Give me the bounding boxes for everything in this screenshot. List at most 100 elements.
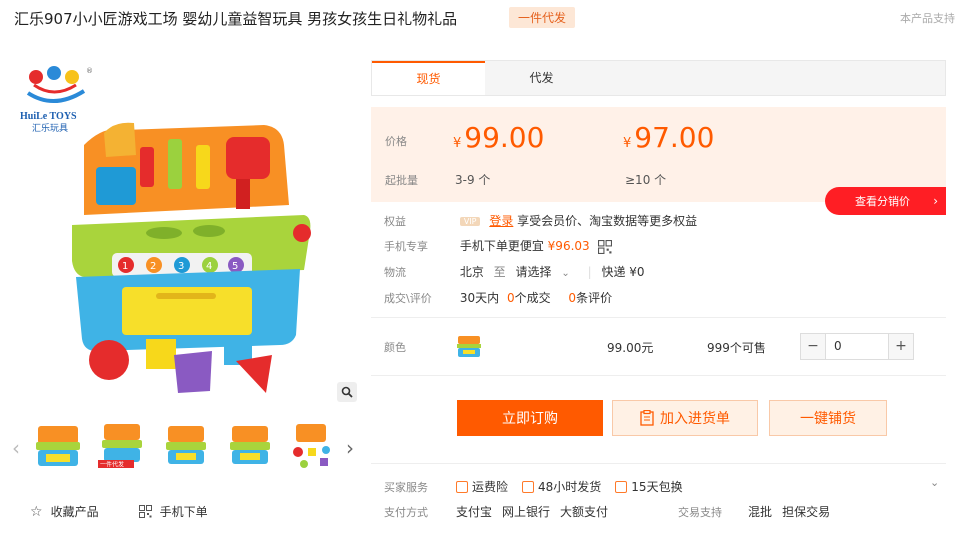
order-now-button[interactable]: 立即订购 (457, 400, 603, 436)
thumbnail[interactable] (158, 418, 214, 474)
deals-label: 成交\评价 (384, 292, 432, 305)
trade-method: 担保交易 (782, 505, 831, 519)
favorite-label: 收藏产品 (50, 505, 99, 519)
deals-prefix: 30天内 (459, 291, 500, 305)
chevron-left-icon[interactable]: ‹ (12, 436, 20, 460)
increment-button[interactable]: + (889, 334, 913, 359)
qty-tier-2: ≥10 个 (625, 173, 667, 187)
thumbnail-strip: ‹ 一件代发 › (10, 418, 360, 478)
buyer-services-label: 买家服务 (384, 480, 428, 494)
rights-row: 权益 VIP 登录 享受会员价、淘宝数据等更多权益 (384, 212, 697, 229)
pay-method: 大额支付 (560, 505, 609, 519)
key-3: 3 (178, 261, 184, 272)
key-4: 4 (206, 261, 212, 272)
deals-count[interactable]: 0 (507, 291, 515, 305)
qr-code-icon[interactable] (597, 239, 612, 254)
price-tier-2: ¥97.00 (623, 121, 714, 154)
divider-bar: | (587, 265, 592, 279)
quantity-input[interactable]: 0 (825, 334, 889, 359)
divider (371, 463, 946, 464)
dropship-badge: 一件代发 (509, 7, 576, 28)
color-label: 颜色 (384, 341, 406, 354)
qty-label: 起批量 (385, 174, 418, 187)
chevron-down-icon[interactable]: ⌄ (930, 476, 939, 489)
sku-stock: 999个可售 (707, 341, 766, 355)
destination-placeholder: 请选择 (515, 265, 552, 279)
svg-text:®: ® (86, 67, 93, 75)
mobile-order-label: 手机下单 (159, 505, 208, 519)
service-label: 15天包换 (631, 480, 683, 494)
star-icon: ☆ (30, 503, 43, 520)
deals-suffix: 个成交 (514, 291, 551, 305)
add-to-cart-button[interactable]: 加入进货单 (612, 400, 758, 436)
key-5: 5 (232, 261, 238, 272)
mobile-row: 手机专享 手机下单更便宜 ¥96.03 (384, 237, 612, 254)
sku-thumbnail[interactable] (456, 333, 482, 359)
divider (371, 317, 946, 318)
rights-label: 权益 (384, 215, 406, 228)
currency-symbol: ¥ (623, 136, 632, 151)
thumbnail[interactable]: 一件代发 (94, 418, 150, 474)
pay-method: 网上银行 (502, 505, 551, 519)
chevron-right-icon: › (933, 194, 938, 208)
product-title: 汇乐907小小匠游戏工场 婴幼儿童益智玩具 男孩女孩生日礼物礼品 (14, 10, 458, 28)
service-freight-insurance[interactable]: 运费险 (456, 478, 508, 495)
from-city: 北京 (459, 265, 484, 279)
favorite-link[interactable]: ☆ 收藏产品 (30, 503, 99, 520)
shipping-insurance-icon (456, 480, 468, 493)
service-15day-exchange[interactable]: 15天包换 (615, 478, 683, 495)
exchange-icon (615, 480, 628, 493)
chevron-down-icon: ⌄ (561, 268, 570, 279)
to-word: 至 (493, 265, 506, 279)
buyer-services-row: 买家服务 运费险 48小时发货 15天包换 (384, 478, 697, 495)
divider (371, 375, 946, 376)
magnifier-icon (341, 386, 353, 398)
decrement-button[interactable]: − (801, 334, 825, 359)
reviews-suffix: 条评价 (576, 291, 613, 305)
payment-row: 支付方式 支付宝 网上银行 大额支付 交易支持 混批 担保交易 (384, 503, 830, 520)
payment-label: 支付方式 (384, 505, 428, 519)
one-click-list-button[interactable]: 一键铺货 (769, 400, 887, 436)
service-48h-ship[interactable]: 48小时发货 (522, 478, 601, 495)
price-value: 97.00 (634, 121, 715, 154)
main-product-image[interactable]: ® HuiLe TOYS 汇乐玩具 1 2 3 4 5 (14, 55, 359, 405)
price-label: 价格 (385, 135, 407, 148)
brand-name-en: HuiLe TOYS (20, 111, 77, 122)
rights-text: 享受会员价、淘宝数据等更多权益 (517, 214, 698, 228)
tab-in-stock[interactable]: 现货 (372, 61, 485, 95)
chevron-right-icon[interactable]: › (346, 436, 354, 460)
reviews-count[interactable]: 0 (568, 291, 576, 305)
tab-dropship[interactable]: 代发 (485, 61, 598, 95)
mobile-label: 手机专享 (384, 240, 428, 253)
pay-method: 支付宝 (456, 505, 493, 519)
key-1: 1 (122, 261, 128, 272)
add-to-cart-label: 加入进货单 (660, 411, 730, 427)
trade-method: 混批 (748, 505, 773, 519)
thumbnail[interactable] (222, 418, 278, 474)
service-label: 运费险 (472, 480, 509, 494)
zoom-button[interactable] (337, 382, 357, 402)
distributor-price-button[interactable]: 查看分销价 › (825, 187, 946, 215)
brand-name-cn: 汇乐玩具 (32, 122, 68, 134)
clipboard-icon (640, 410, 654, 426)
mobile-price: ¥96.03 (547, 239, 590, 253)
stock-tabs: 现货 代发 (371, 60, 946, 96)
mobile-order-link[interactable]: 手机下单 (138, 503, 208, 520)
login-link[interactable]: 登录 (489, 214, 513, 228)
currency-symbol: ¥ (453, 136, 462, 151)
logistics-row: 物流 北京 至 请选择 ⌄ | 快递 ¥0 (384, 263, 645, 280)
qr-code-icon (138, 505, 152, 518)
thumbnail[interactable] (30, 418, 86, 474)
destination-select[interactable]: 请选择 ⌄ (516, 265, 574, 279)
thumbnail-badge: 一件代发 (100, 461, 124, 469)
service-label: 48小时发货 (538, 480, 602, 494)
quantity-stepper: − 0 + (800, 333, 914, 360)
support-text[interactable]: 本产品支持 (900, 10, 955, 26)
sku-price: 99.00元 (607, 341, 654, 355)
toy-workbench: 1 2 3 4 5 (72, 122, 311, 351)
qty-tier-1: 3-9 个 (455, 173, 491, 187)
thumbnail[interactable] (286, 418, 342, 474)
vip-badge: VIP (459, 217, 481, 226)
price-value: 99.00 (464, 121, 545, 154)
sku-row: 颜色 99.00元 999个可售 − 0 + (384, 333, 924, 361)
